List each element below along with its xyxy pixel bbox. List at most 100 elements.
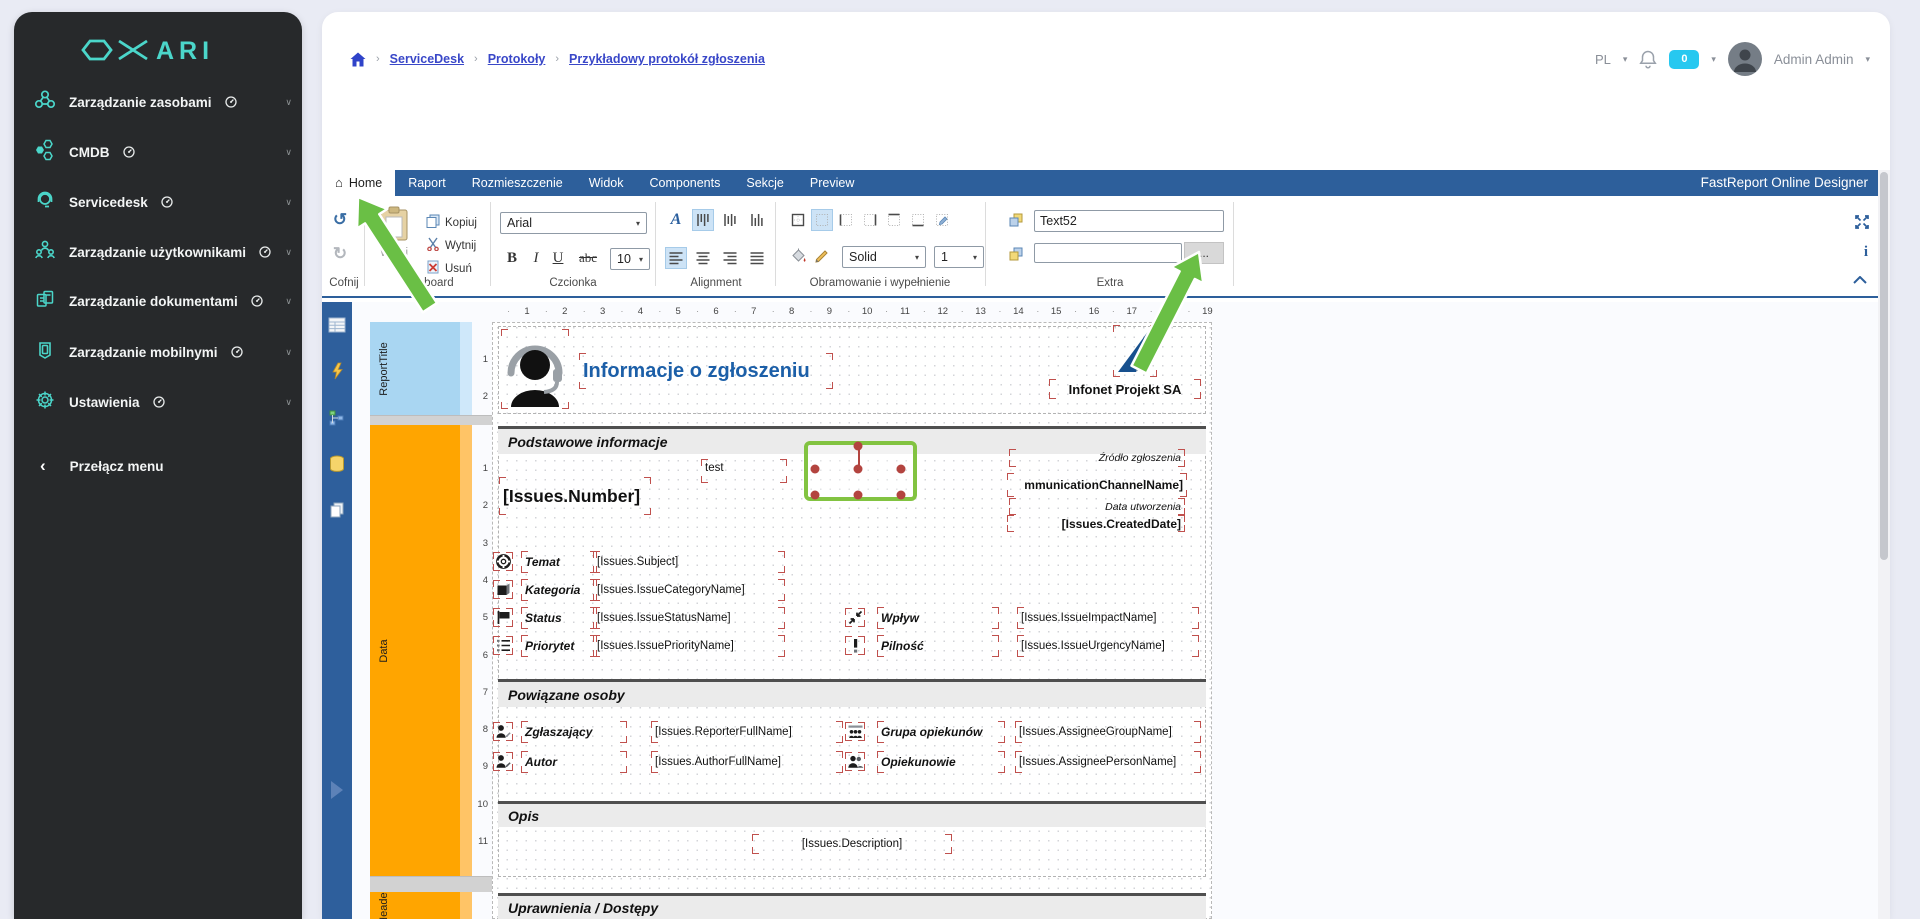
- tab-widok[interactable]: Widok: [576, 170, 637, 196]
- field-label[interactable]: Opiekunowie: [877, 751, 1005, 773]
- section-description[interactable]: Opis: [498, 801, 1206, 827]
- resize-handle[interactable]: [811, 465, 820, 474]
- paste-button[interactable]: Wklej: [370, 206, 418, 274]
- delete-button[interactable]: Usuń: [426, 260, 472, 277]
- collapse-ribbon-icon[interactable]: [1850, 270, 1870, 290]
- info-icon[interactable]: i: [1856, 242, 1876, 262]
- created-value-object[interactable]: [Issues.CreatedDate]: [1007, 515, 1185, 532]
- align-justify-button[interactable]: [747, 248, 767, 268]
- band-data[interactable]: Data: [370, 425, 460, 876]
- field-value[interactable]: [Issues.AssigneeGroupName]: [1015, 721, 1201, 743]
- sidebar-item-6[interactable]: Zarządzanie mobilnymi∨: [34, 338, 292, 366]
- object-name-input[interactable]: [1034, 210, 1224, 232]
- bring-to-front-button[interactable]: [1006, 210, 1026, 230]
- language-selector[interactable]: PL: [1595, 52, 1611, 67]
- resize-handle[interactable]: [854, 465, 863, 474]
- report-page[interactable]: Informacje o zgłoszeniu Infonet Projekt …: [492, 322, 1212, 919]
- home-icon[interactable]: [350, 52, 366, 67]
- author-icon[interactable]: [493, 752, 513, 771]
- tab-rozmieszczenie[interactable]: Rozmieszczenie: [459, 170, 576, 196]
- border-properties-button[interactable]: [932, 210, 952, 230]
- notification-badge[interactable]: 0: [1669, 50, 1699, 69]
- align-left-button[interactable]: [666, 248, 686, 268]
- company-logo[interactable]: [1113, 325, 1157, 377]
- scrollbar[interactable]: [1878, 170, 1890, 919]
- sidebar-item-4[interactable]: Zarządzanie użytkownikami∨: [34, 238, 292, 266]
- field-value[interactable]: [Issues.IssueUrgencyName]: [1017, 635, 1199, 657]
- status-icon[interactable]: [493, 608, 513, 627]
- sidebar-item-7[interactable]: Ustawienia∨: [34, 388, 292, 416]
- border-bottom-button[interactable]: [908, 210, 928, 230]
- tab-preview[interactable]: Preview: [797, 170, 867, 196]
- border-none-button[interactable]: [812, 210, 832, 230]
- valign-center-button[interactable]: [720, 210, 740, 230]
- field-value[interactable]: [Issues.ReporterFullName]: [651, 721, 843, 743]
- field-value[interactable]: [Issues.IssueStatusName]: [593, 607, 785, 629]
- font-color-button[interactable]: A: [666, 210, 686, 230]
- bold-button[interactable]: B: [502, 248, 522, 268]
- field-label[interactable]: Pilność: [877, 635, 999, 657]
- report-person-image[interactable]: [501, 329, 569, 409]
- cut-button[interactable]: Wytnij: [426, 237, 476, 254]
- user-caret-icon[interactable]: ▾: [1865, 54, 1870, 65]
- priority-icon[interactable]: [493, 636, 513, 655]
- band-group-header[interactable]: GroupHeader1: [370, 892, 460, 919]
- field-label[interactable]: Status: [521, 607, 597, 629]
- reporter-icon[interactable]: [493, 722, 513, 741]
- user-name[interactable]: Admin Admin: [1774, 52, 1854, 67]
- company-name-text[interactable]: Infonet Projekt SA: [1049, 379, 1201, 399]
- section-people[interactable]: Powiązane osoby: [498, 679, 1206, 707]
- created-label-object[interactable]: Data utworzenia: [1009, 498, 1185, 515]
- align-center-button[interactable]: [693, 248, 713, 268]
- undo-icon[interactable]: ↺: [330, 210, 350, 230]
- report-tree-icon[interactable]: [327, 408, 347, 428]
- border-width-select[interactable]: 1▾: [934, 246, 984, 268]
- border-right-button[interactable]: [860, 210, 880, 230]
- sidebar-item-5[interactable]: Zarządzanie dokumentami∨: [34, 287, 292, 315]
- resize-handle[interactable]: [811, 491, 820, 500]
- tab-components[interactable]: Components: [636, 170, 733, 196]
- field-label[interactable]: Autor: [521, 751, 627, 773]
- scrollbar-thumb[interactable]: [1880, 172, 1888, 560]
- sidebar-toggle[interactable]: ‹ Przełącz menu: [34, 452, 292, 480]
- field-label[interactable]: Grupa opiekunów: [877, 721, 1005, 743]
- resize-handle[interactable]: [897, 465, 906, 474]
- resize-handle[interactable]: [854, 491, 863, 500]
- field-label[interactable]: Kategoria: [521, 579, 597, 601]
- italic-button[interactable]: I: [526, 248, 546, 268]
- sidebar-item-2[interactable]: CMDB∨: [34, 138, 292, 166]
- strikethrough-button[interactable]: abc: [572, 248, 604, 268]
- font-family-select[interactable]: Arial▾: [500, 212, 647, 234]
- breadcrumb-protokoly[interactable]: Protokoły: [488, 52, 546, 66]
- section-permissions[interactable]: Uprawnienia / Dostępy: [498, 893, 1206, 919]
- underline-button[interactable]: U: [548, 248, 568, 268]
- source-value-object[interactable]: mmunicationChannelName]: [1007, 473, 1187, 497]
- border-left-button[interactable]: [836, 210, 856, 230]
- expression-editor-button[interactable]: ...: [1184, 242, 1224, 264]
- border-top-button[interactable]: [884, 210, 904, 230]
- redo-icon[interactable]: ↻: [330, 244, 350, 264]
- field-label[interactable]: Wpływ: [877, 607, 999, 629]
- report-title-text[interactable]: Informacje o zgłoszeniu: [579, 353, 833, 389]
- field-value[interactable]: [Issues.AssigneePersonName]: [1015, 751, 1201, 773]
- field-value[interactable]: [Issues.Subject]: [593, 551, 785, 573]
- avatar[interactable]: [1728, 42, 1762, 76]
- field-value[interactable]: [Issues.AuthorFullName]: [651, 751, 843, 773]
- field-label[interactable]: Priorytet: [521, 635, 597, 657]
- band-report-title[interactable]: ReportTitle: [370, 322, 460, 415]
- breadcrumb-current[interactable]: Przykładowy protokół zgłoszenia: [569, 52, 765, 66]
- field-label[interactable]: Temat: [521, 551, 597, 573]
- object-text-input[interactable]: [1034, 243, 1182, 263]
- language-caret-icon[interactable]: ▾: [1623, 54, 1628, 65]
- fullscreen-icon[interactable]: [1852, 212, 1872, 232]
- field-label[interactable]: Zgłaszający: [521, 721, 627, 743]
- pages-icon[interactable]: [327, 500, 347, 520]
- impact-icon[interactable]: [845, 608, 865, 627]
- expand-panel-icon[interactable]: [327, 780, 347, 800]
- resize-handle[interactable]: [897, 491, 906, 500]
- description-object[interactable]: [Issues.Description]: [752, 834, 952, 854]
- sidebar-item-3[interactable]: Servicedesk∨: [34, 188, 292, 216]
- data-dictionary-icon[interactable]: [327, 454, 347, 474]
- test-text-object[interactable]: test: [701, 459, 787, 483]
- urgency-icon[interactable]: [845, 636, 865, 655]
